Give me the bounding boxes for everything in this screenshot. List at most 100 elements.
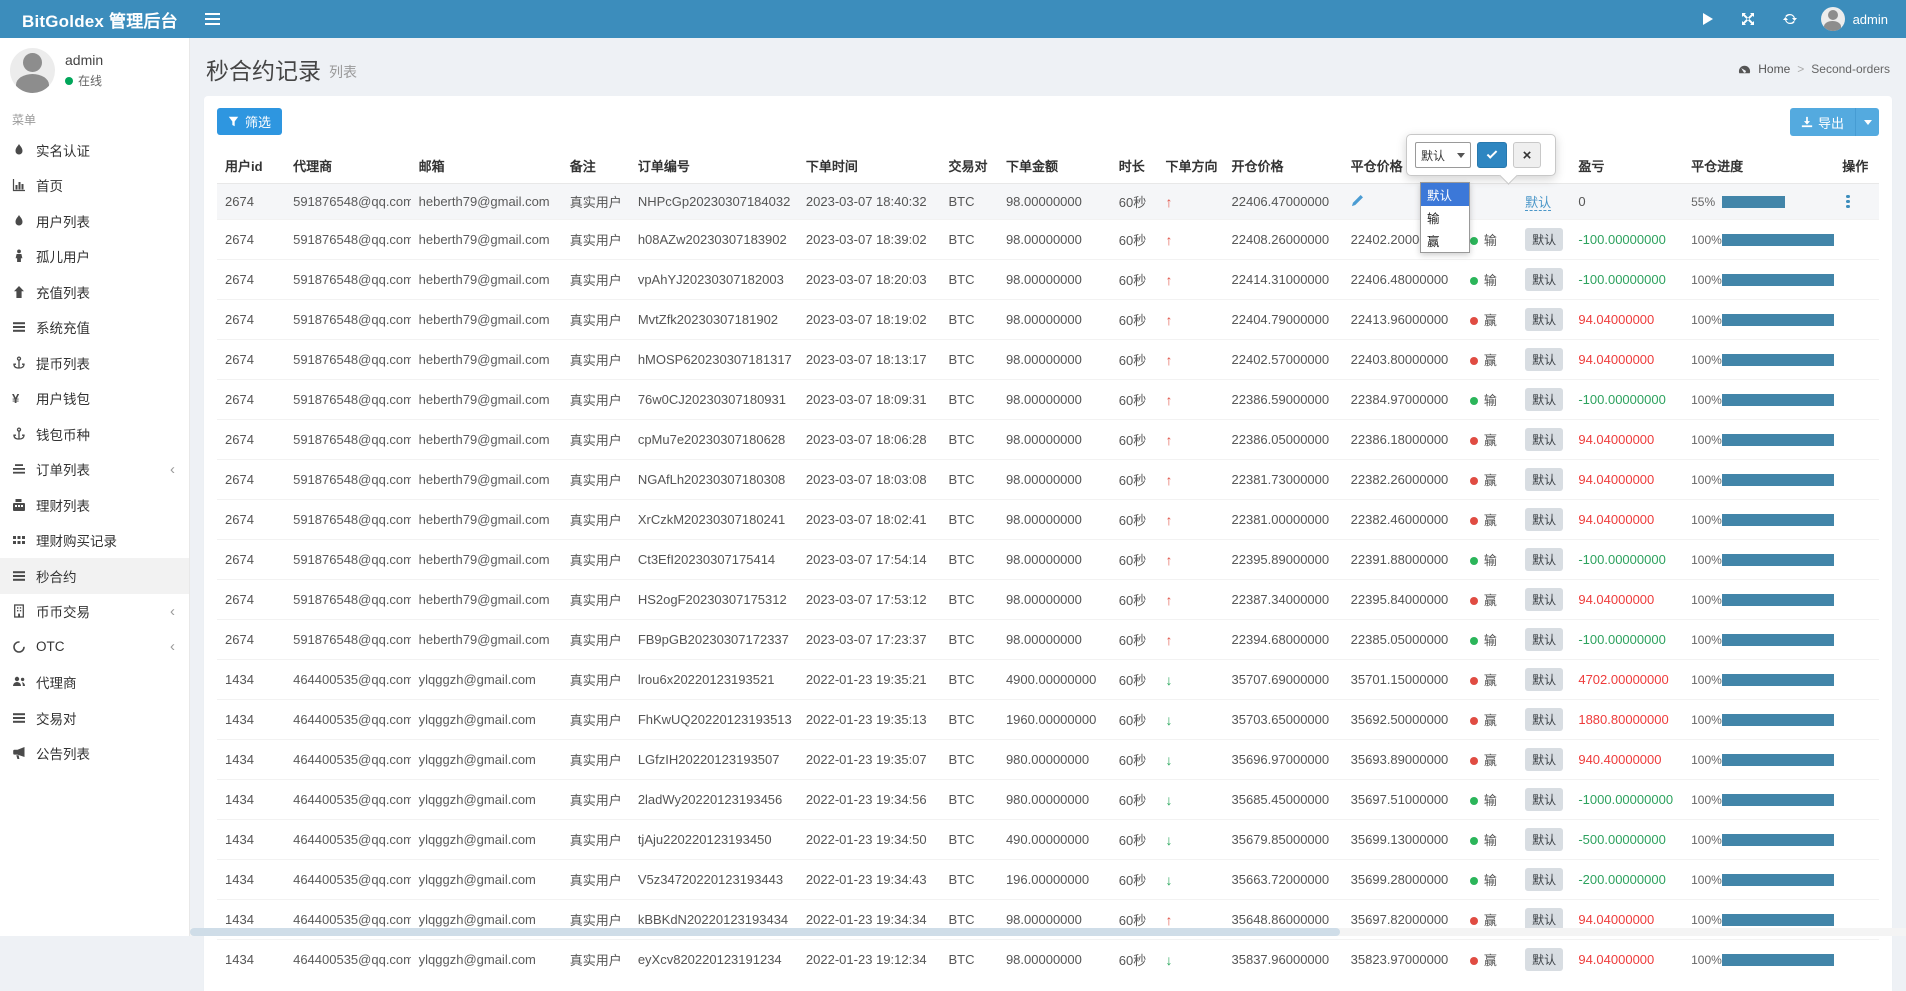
select-option[interactable]: 输 [1421, 206, 1469, 229]
cell-amount: 490.00000000 [998, 820, 1111, 860]
progress-label: 100% [1691, 553, 1724, 567]
pencil-icon[interactable] [1351, 194, 1364, 210]
cell-open_price: 22402.57000000 [1224, 340, 1343, 380]
cell-order_time: 2022-01-23 19:34:50 [798, 820, 941, 860]
cell-order_no: NGAfLh20230307180308 [630, 460, 798, 500]
cell-pair: BTC [941, 540, 998, 580]
arrow-down-icon: ↓ [1166, 832, 1173, 848]
sidebar-item-second-contract[interactable]: 秒合约 [0, 558, 189, 594]
control-select[interactable]: 默认 [1415, 142, 1471, 168]
cell-note: 真实用户 [562, 780, 630, 820]
cell-pair: BTC [941, 340, 998, 380]
export-button[interactable]: 导出 [1790, 108, 1855, 136]
sidebar-item-order-list[interactable]: 订单列表‹ [0, 452, 189, 488]
cell-order_no: XrCzkM20230307180241 [630, 500, 798, 540]
cell-email: heberth79@gmail.com [411, 420, 562, 460]
sidebar-item-wallet-coins[interactable]: 钱包币种 [0, 416, 189, 452]
cell-control: 默认 [1517, 500, 1570, 540]
male-icon [12, 249, 36, 263]
table-row: 1434464400535@qq.comylqggzh@gmail.com真实用… [217, 860, 1879, 900]
fullscreen-button[interactable] [1727, 0, 1769, 38]
cell-actions [1834, 740, 1879, 780]
cell-amount: 1960.00000000 [998, 700, 1111, 740]
sidebar-item-trade-pairs[interactable]: 交易对 [0, 700, 189, 736]
sidebar-item-withdraw-list[interactable]: 提币列表 [0, 345, 189, 381]
cell-uid: 1434 [217, 700, 285, 740]
column-header-direction: 下单方向 [1158, 148, 1224, 184]
cell-close_price: 35692.50000000 [1343, 700, 1462, 740]
filter-button[interactable]: 筛选 [217, 108, 282, 135]
cell-agent: 591876548@qq.com [285, 380, 411, 420]
column-header-order_no: 订单编号 [630, 148, 798, 184]
cell-order_time: 2023-03-07 17:53:12 [798, 580, 941, 620]
cell-duration: 60秒 [1111, 500, 1158, 540]
sidebar-item-coin-trade[interactable]: 币币交易‹ [0, 594, 189, 630]
progress-label: 100% [1691, 233, 1724, 247]
cell-uid: 1434 [217, 820, 285, 860]
cell-actions [1834, 220, 1879, 260]
scrollbar-thumb[interactable] [190, 928, 1340, 936]
sidebar-item-home[interactable]: 首页 [0, 168, 189, 204]
horizontal-scrollbar[interactable] [190, 928, 1906, 936]
cell-order_no: 76w0CJ20230307180931 [630, 380, 798, 420]
sidebar-item-finance-list[interactable]: 理财列表 [0, 487, 189, 523]
cell-note: 真实用户 [562, 740, 630, 780]
sidebar-item-user-wallet[interactable]: ¥用户钱包 [0, 381, 189, 417]
column-header-progress: 平仓进度 [1683, 148, 1834, 184]
cell-close_price: 22386.18000000 [1343, 420, 1462, 460]
sidebar-item-system-deposit[interactable]: 系统充值 [0, 310, 189, 346]
sidebar-item-otc[interactable]: OTC‹ [0, 629, 189, 665]
cell-winlose: 输 [1462, 860, 1517, 900]
cell-pair: BTC [941, 740, 998, 780]
cell-email: heberth79@gmail.com [411, 580, 562, 620]
breadcrumb-home[interactable]: Home [1758, 62, 1790, 76]
sidebar-toggle-button[interactable] [190, 0, 234, 38]
cell-actions [1834, 820, 1879, 860]
cell-open_price: 35837.96000000 [1224, 940, 1343, 980]
cell-control: 默认 [1517, 580, 1570, 620]
cell-order_no: 2ladWy20220123193456 [630, 780, 798, 820]
lose-dot-icon [1470, 637, 1478, 645]
play-button[interactable] [1689, 0, 1727, 38]
sidebar-item-label: OTC [36, 639, 65, 654]
cell-winlose: 赢 [1462, 340, 1517, 380]
cell-email: heberth79@gmail.com [411, 184, 562, 220]
progress-label: 100% [1691, 673, 1724, 687]
cell-order_time: 2023-03-07 18:09:31 [798, 380, 941, 420]
check-icon [1487, 148, 1498, 159]
progress-label: 100% [1691, 873, 1724, 887]
sidebar-item-agents[interactable]: 代理商 [0, 665, 189, 701]
refresh-button[interactable] [1769, 0, 1811, 38]
cell-pair: BTC [941, 380, 998, 420]
cell-order_no: FhKwUQ20220123193513 [630, 700, 798, 740]
progress-label: 100% [1691, 633, 1724, 647]
sidebar-item-finance-records[interactable]: 理财购买记录 [0, 523, 189, 559]
sidebar-item-announcements[interactable]: 公告列表 [0, 736, 189, 772]
profit-value: -100.00000000 [1578, 632, 1665, 647]
control-badge: 默认 [1525, 708, 1563, 731]
row-actions-menu[interactable] [1842, 195, 1854, 209]
cell-direction: ↑ [1158, 380, 1224, 420]
cell-close_price: 35699.28000000 [1343, 860, 1462, 900]
select-option[interactable]: 默认 [1421, 183, 1469, 206]
sidebar-item-orphan-users[interactable]: 孤儿用户 [0, 239, 189, 275]
export-dropdown-button[interactable] [1855, 108, 1879, 136]
sidebar-item-real-name[interactable]: 实名认证 [0, 132, 189, 168]
anchor-icon [12, 356, 36, 370]
user-menu[interactable]: admin [1811, 0, 1906, 38]
lose-dot-icon [1470, 237, 1478, 245]
select-option[interactable]: 赢 [1421, 229, 1469, 252]
column-header-duration: 时长 [1111, 148, 1158, 184]
cancel-button[interactable]: × [1513, 142, 1541, 168]
bar-chart-icon [12, 178, 36, 192]
confirm-button[interactable] [1477, 142, 1507, 168]
column-header-actions: 操作 [1834, 148, 1879, 184]
cell-direction: ↑ [1158, 540, 1224, 580]
control-editable-link[interactable]: 默认 [1525, 195, 1551, 211]
megaphone-icon [12, 746, 36, 760]
sidebar-item-deposit-list[interactable]: 充值列表 [0, 274, 189, 310]
cell-agent: 464400535@qq.com [285, 660, 411, 700]
sidebar-item-user-list[interactable]: 用户列表 [0, 203, 189, 239]
cell-note: 真实用户 [562, 820, 630, 860]
profit-value: -100.00000000 [1578, 232, 1665, 247]
